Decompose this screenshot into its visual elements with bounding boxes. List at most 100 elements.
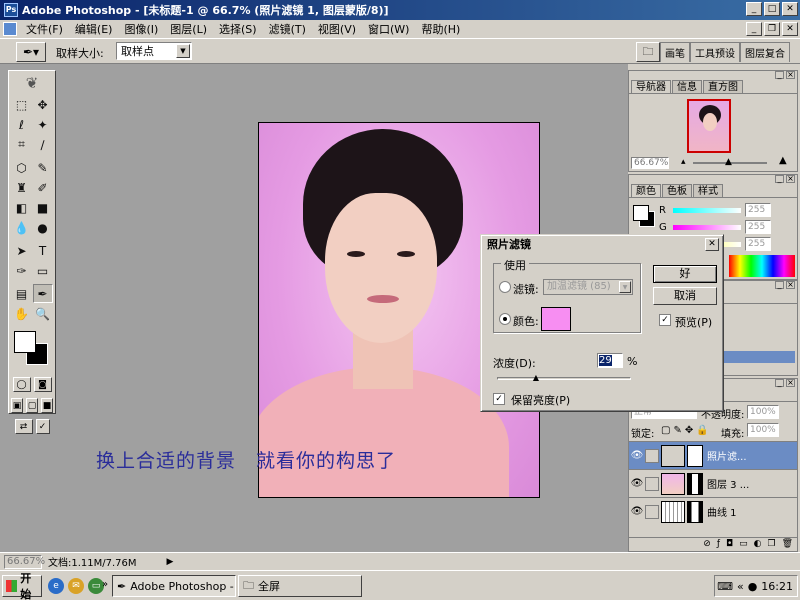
crop-tool-icon[interactable]: ⌗ [12, 135, 32, 154]
filter-select[interactable]: 加温滤镜 (85) ▼ [543, 279, 633, 295]
eraser-tool-icon[interactable]: ◧ [12, 198, 32, 217]
color-radio[interactable] [499, 313, 511, 325]
notes-tool-icon[interactable]: ▤ [12, 284, 32, 303]
color-foreground-swatch[interactable] [633, 205, 649, 221]
channel-r-slider[interactable] [673, 207, 741, 213]
sample-size-select[interactable]: 取样点 ▼ [116, 42, 192, 60]
ok-button[interactable]: 好 [653, 265, 717, 283]
add-mask-icon[interactable]: ◘ [726, 538, 733, 551]
tab-color[interactable]: 颜色 [631, 184, 661, 197]
eyedropper-tool-preset-icon[interactable]: ✒▾ [16, 42, 46, 62]
history-brush-tool-icon[interactable]: ✐ [33, 178, 53, 197]
screen-mode-standard-icon[interactable]: ▣ [11, 398, 23, 413]
channel-b-value[interactable]: 255 [745, 237, 771, 251]
lock-transparency-icon[interactable]: ▢ [661, 425, 670, 436]
hand-tool-icon[interactable]: ✋ [12, 304, 32, 323]
channel-g-value[interactable]: 255 [745, 220, 771, 234]
tab-tool-presets[interactable]: 工具预设 [690, 42, 740, 62]
ie-icon[interactable]: e [48, 578, 64, 594]
eye-icon[interactable]: 👁 [629, 450, 645, 461]
screen-mode-full-icon[interactable]: ■ [41, 398, 53, 413]
cancel-button[interactable]: 取消 [653, 287, 717, 305]
outlook-icon[interactable]: ✉ [68, 578, 84, 594]
tab-histogram[interactable]: 直方图 [703, 80, 743, 93]
preserve-luminosity-checkbox[interactable]: ✓ [493, 393, 505, 405]
tab-swatches[interactable]: 色板 [662, 184, 692, 197]
palette-minimize-icon[interactable]: _ [775, 379, 784, 387]
density-slider-track[interactable] [497, 377, 631, 380]
palette-minimize-icon[interactable]: _ [775, 281, 784, 289]
edit-icon[interactable]: ✓ [35, 419, 50, 434]
document-icon[interactable] [3, 22, 17, 36]
close-icon[interactable]: ✕ [782, 2, 798, 16]
preview-checkbox[interactable]: ✓ [659, 314, 671, 326]
color-spectrum[interactable] [729, 255, 795, 277]
layer-style-icon[interactable]: ƒ [717, 538, 720, 551]
trash-icon[interactable]: 🗑 [782, 538, 793, 551]
tab-layer-comps[interactable]: 图层复合 [740, 42, 790, 62]
zoom-in-icon[interactable]: ▲ [779, 155, 787, 166]
tab-brushes[interactable]: 画笔 [660, 42, 690, 62]
marquee-tool-icon[interactable]: ⬚ [12, 95, 32, 114]
filter-color-swatch[interactable] [541, 307, 571, 331]
doc-close-icon[interactable]: ✕ [782, 22, 798, 36]
type-tool-icon[interactable]: T [33, 241, 53, 260]
menu-file[interactable]: 文件(F) [20, 21, 69, 37]
layer-mask-thumbnail[interactable] [687, 500, 703, 523]
fill-field[interactable]: 100% [747, 423, 779, 437]
tab-navigator[interactable]: 导航器 [631, 80, 671, 93]
palette-close-icon[interactable]: × [786, 379, 795, 387]
task-photoshop[interactable]: ✒ Adobe Photoshop - [未... [112, 575, 236, 597]
navigator-zoom-field[interactable]: 66.67% [631, 157, 669, 169]
layer-mask-thumbnail[interactable] [687, 472, 703, 495]
tab-styles[interactable]: 样式 [693, 184, 723, 197]
tab-info[interactable]: 信息 [672, 80, 702, 93]
layer-row-photo-filter[interactable]: 👁 照片滤... [629, 441, 797, 469]
clone-stamp-tool-icon[interactable]: ♜ [12, 178, 32, 197]
menu-view[interactable]: 视图(V) [312, 21, 362, 37]
healing-brush-tool-icon[interactable]: ⬡ [12, 158, 32, 177]
brush-tool-icon[interactable]: ✎ [33, 158, 53, 177]
doc-restore-icon[interactable]: ❐ [764, 22, 780, 36]
tray-expand-icon[interactable]: « [737, 580, 744, 593]
layer-row-curves[interactable]: 👁 曲线 1 [629, 497, 797, 525]
link-layers-icon[interactable]: ⊘ [703, 538, 711, 551]
pen-tool-icon[interactable]: ✑ [12, 261, 32, 280]
foreground-color-swatch[interactable] [14, 331, 36, 353]
start-button[interactable]: 开始 [2, 572, 42, 600]
channel-r-value[interactable]: 255 [745, 203, 771, 217]
status-menu-arrow-icon[interactable]: ▶ [167, 557, 174, 567]
navigator-thumbnail[interactable] [687, 99, 731, 153]
shape-tool-icon[interactable]: ▭ [33, 261, 53, 280]
lock-all-icon[interactable]: 🔒 [696, 425, 708, 436]
gradient-tool-icon[interactable]: ■ [33, 198, 53, 217]
palette-close-icon[interactable]: × [786, 281, 795, 289]
new-adjustment-icon[interactable]: ◐ [754, 538, 762, 551]
menu-edit[interactable]: 编辑(E) [69, 21, 119, 37]
blur-tool-icon[interactable]: 💧 [12, 218, 32, 237]
channel-g-slider[interactable] [673, 224, 741, 230]
density-input[interactable]: 29 [597, 353, 623, 368]
quick-mask-mode-icon[interactable]: ◙ [33, 377, 52, 392]
screen-mode-menu-icon[interactable]: ▢ [26, 398, 38, 413]
zoom-out-icon[interactable]: ▴ [681, 157, 686, 167]
new-layer-icon[interactable]: ❐ [767, 538, 775, 551]
dialog-close-icon[interactable]: ✕ [705, 238, 719, 251]
jump-to-imageready-icon[interactable]: ⇄ [14, 419, 33, 434]
status-zoom-field[interactable]: 66.67% [4, 554, 45, 569]
filter-radio[interactable] [499, 281, 511, 293]
slider-thumb-icon[interactable]: ▲ [725, 157, 732, 167]
menu-help[interactable]: 帮助(H) [415, 21, 466, 37]
magic-wand-tool-icon[interactable]: ✦ [33, 115, 53, 134]
palette-minimize-icon[interactable]: _ [775, 175, 784, 183]
minimize-icon[interactable]: _ [746, 2, 762, 16]
layer-mask-thumbnail[interactable] [687, 444, 703, 467]
menu-window[interactable]: 窗口(W) [362, 21, 415, 37]
network-icon[interactable]: ● [748, 580, 758, 593]
doc-minimize-icon[interactable]: _ [746, 22, 762, 36]
eye-icon[interactable]: 👁 [629, 506, 645, 517]
zoom-tool-icon[interactable]: 🔍 [33, 304, 53, 323]
move-tool-icon[interactable]: ✥ [33, 95, 53, 114]
standard-mode-icon[interactable]: ◯ [12, 377, 31, 392]
path-selection-tool-icon[interactable]: ➤ [12, 241, 32, 260]
